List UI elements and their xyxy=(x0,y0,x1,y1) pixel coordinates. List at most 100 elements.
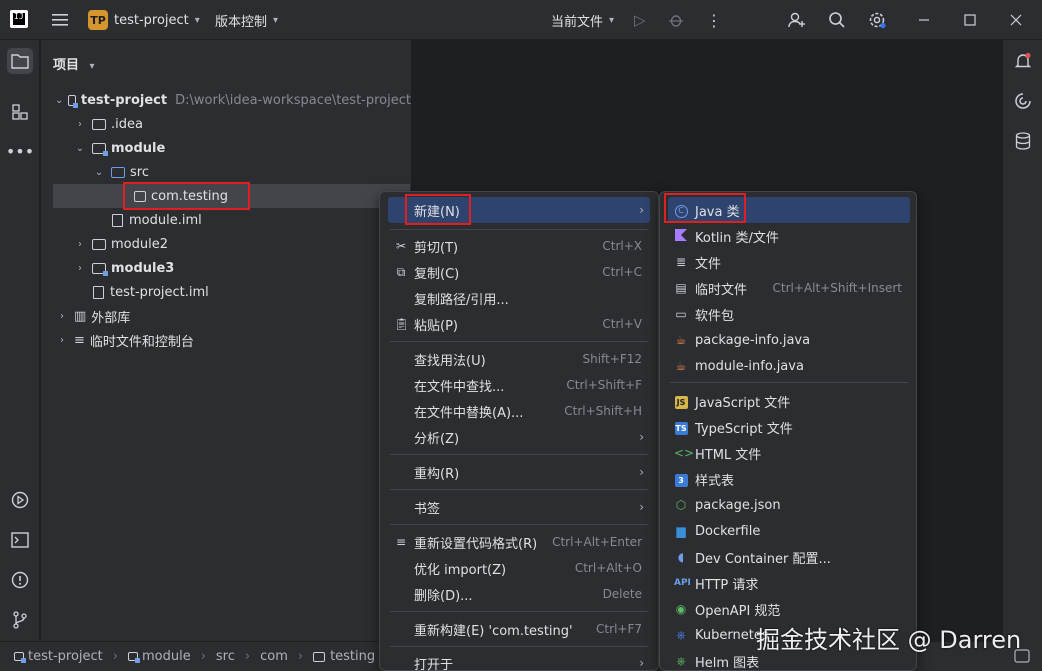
menu-item-label: HTML 文件 xyxy=(695,447,762,463)
structure-tool-button[interactable] xyxy=(7,99,33,125)
tree-node-external-libraries[interactable]: › ▥ 外部库 xyxy=(41,304,411,328)
debug-button[interactable] xyxy=(668,0,684,40)
breadcrumb-item[interactable]: src › xyxy=(216,649,250,664)
database-icon xyxy=(1015,132,1031,150)
more-tools-button[interactable]: ••• xyxy=(6,138,34,164)
submenu-item-html[interactable]: <> HTML 文件 xyxy=(668,440,910,466)
search-button[interactable] xyxy=(828,0,846,40)
submenu-item-kotlin[interactable]: Kotlin 类/文件 xyxy=(668,223,910,249)
settings-button[interactable] xyxy=(867,0,887,40)
submenu-item-openapi[interactable]: ◉ OpenAPI 规范 xyxy=(668,596,910,622)
expand-arrow-icon[interactable]: ⌄ xyxy=(55,95,63,106)
breadcrumb-item[interactable]: testing xyxy=(313,649,375,664)
menu-item-find-usages[interactable]: 查找用法(U) Shift+F12 xyxy=(388,346,650,372)
project-switcher[interactable]: test-project ▾ xyxy=(114,0,200,40)
expand-arrow-icon[interactable]: ⌄ xyxy=(73,143,87,154)
problems-tool-button[interactable] xyxy=(7,567,33,593)
add-user-button[interactable] xyxy=(788,0,806,40)
breadcrumb-item[interactable]: com › xyxy=(260,649,303,664)
tree-node-idea[interactable]: › .idea xyxy=(41,112,411,136)
notifications-button[interactable] xyxy=(1010,48,1036,74)
tree-node-src[interactable]: ⌄ src xyxy=(41,160,411,184)
menu-item-copy-path[interactable]: 复制路径/引用... xyxy=(388,285,650,311)
terminal-tool-button[interactable] xyxy=(7,527,33,553)
tree-node-module2[interactable]: › module2 xyxy=(41,232,411,256)
submenu-item-http-request[interactable]: API HTTP 请求 xyxy=(668,570,910,596)
menu-item-bookmarks[interactable]: 书签 › xyxy=(388,494,650,520)
menu-item-label: 临时文件 xyxy=(695,282,748,298)
git-tool-button[interactable] xyxy=(7,607,33,633)
collapse-arrow-icon[interactable]: › xyxy=(55,335,69,346)
tree-node-scratches[interactable]: › ≡ 临时文件和控制台 xyxy=(41,328,411,352)
submenu-item-package-json[interactable]: ⬡ package.json xyxy=(668,492,910,518)
menu-item-label: package-info.java xyxy=(695,332,811,348)
menu-item-label: TypeScript 文件 xyxy=(695,421,793,437)
breadcrumb-item[interactable]: test-project › xyxy=(14,649,118,664)
submenu-item-typescript[interactable]: TS TypeScript 文件 xyxy=(668,414,910,440)
submenu-item-dev-container[interactable]: ◖ Dev Container 配置... xyxy=(668,544,910,570)
menu-item-rebuild[interactable]: 重新构建(E) 'com.testing' Ctrl+F7 xyxy=(388,616,650,642)
tree-node-module-iml[interactable]: module.iml xyxy=(41,208,411,232)
reformat-icon: ≡ xyxy=(395,535,407,549)
submenu-item-scratch[interactable]: ▤ 临时文件 Ctrl+Alt+Shift+Insert xyxy=(668,275,910,301)
menu-item-label: 软件包 xyxy=(695,308,735,324)
menu-item-open-in[interactable]: 打开于 › xyxy=(388,650,650,671)
submenu-item-java-class[interactable]: C Java 类 xyxy=(668,197,910,223)
file-icon: ≣ xyxy=(675,255,687,269)
submenu-item-javascript[interactable]: JS JavaScript 文件 xyxy=(668,388,910,414)
tree-node-com-testing[interactable]: com.testing xyxy=(53,184,410,208)
expand-arrow-icon[interactable]: ⌄ xyxy=(92,167,106,178)
tree-node-test-project-iml[interactable]: test-project.iml xyxy=(41,280,411,304)
vcs-menu[interactable]: 版本控制 ▾ xyxy=(215,0,278,40)
menu-item-copy[interactable]: ⧉ 复制(C) Ctrl+C xyxy=(388,259,650,285)
menu-item-paste[interactable]: 📋︎ 粘贴(P) Ctrl+V xyxy=(388,311,650,337)
tree-node-test-project[interactable]: ⌄ test-project D:\work\idea-workspace\te… xyxy=(41,88,411,112)
menu-item-reformat-code[interactable]: ≡ 重新设置代码格式(R) Ctrl+Alt+Enter xyxy=(388,529,650,555)
menu-item-new[interactable]: 新建(N) › xyxy=(388,197,650,223)
run-config-selector[interactable]: 当前文件 ▾ xyxy=(551,0,614,40)
submenu-item-package-info[interactable]: ☕︎ package-info.java xyxy=(668,327,910,353)
tree-label: 外部库 xyxy=(91,310,131,326)
submenu-item-module-info[interactable]: ☕︎ module-info.java xyxy=(668,353,910,379)
menu-item-label: package.json xyxy=(695,497,781,513)
submenu-item-stylesheet[interactable]: 3 样式表 xyxy=(668,466,910,492)
menu-item-label: 书签 xyxy=(414,501,441,517)
database-button[interactable] xyxy=(1010,128,1036,154)
menu-item-label: 重构(R) xyxy=(414,466,460,482)
project-panel-header[interactable]: 项目 ▾ xyxy=(53,54,95,73)
menu-item-find-in-files[interactable]: 在文件中查找... Ctrl+Shift+F xyxy=(388,372,650,398)
menu-item-replace-in-files[interactable]: 在文件中替换(A)... Ctrl+Shift+H xyxy=(388,398,650,424)
project-tool-button[interactable] xyxy=(7,48,33,74)
main-menu-button[interactable] xyxy=(50,0,70,40)
collapse-arrow-icon[interactable]: › xyxy=(73,239,87,250)
breadcrumb-item[interactable]: module › xyxy=(127,649,206,664)
breadcrumb-label: module xyxy=(141,649,191,664)
menu-item-label: 新建(N) xyxy=(414,204,460,220)
menu-divider xyxy=(390,341,648,342)
menu-item-optimize-imports[interactable]: 优化 import(Z) Ctrl+Alt+O xyxy=(388,555,650,581)
tree-node-module[interactable]: ⌄ module xyxy=(41,136,411,160)
run-button[interactable]: ▷ xyxy=(634,0,646,40)
collapse-arrow-icon[interactable]: › xyxy=(73,119,87,130)
more-actions-button[interactable]: ⋮ xyxy=(706,0,722,40)
collapse-arrow-icon[interactable]: › xyxy=(73,263,87,274)
tree-node-module3[interactable]: › module3 xyxy=(41,256,411,280)
project-name: test-project xyxy=(114,12,189,28)
menu-item-cut[interactable]: ✂ 剪切(T) Ctrl+X xyxy=(388,233,650,259)
maximize-button[interactable] xyxy=(964,0,976,40)
scratches-icon: ≡ xyxy=(74,332,85,348)
menu-item-analyze[interactable]: 分析(Z) › xyxy=(388,424,650,450)
ts-icon: TS xyxy=(674,421,688,435)
intellij-logo-icon[interactable]: IJ xyxy=(10,10,28,28)
ai-assistant-button[interactable] xyxy=(1010,88,1036,114)
collapse-arrow-icon[interactable]: › xyxy=(55,311,69,322)
hamburger-icon xyxy=(52,14,68,26)
services-tool-button[interactable] xyxy=(7,487,33,513)
submenu-item-file[interactable]: ≣ 文件 xyxy=(668,249,910,275)
menu-item-delete[interactable]: 删除(D)... Delete xyxy=(388,581,650,607)
submenu-item-package[interactable]: ▭ 软件包 xyxy=(668,301,910,327)
minimize-button[interactable] xyxy=(918,0,930,40)
submenu-item-dockerfile[interactable]: ▆ Dockerfile xyxy=(668,518,910,544)
menu-item-refactor[interactable]: 重构(R) › xyxy=(388,459,650,485)
close-button[interactable] xyxy=(1010,0,1022,40)
